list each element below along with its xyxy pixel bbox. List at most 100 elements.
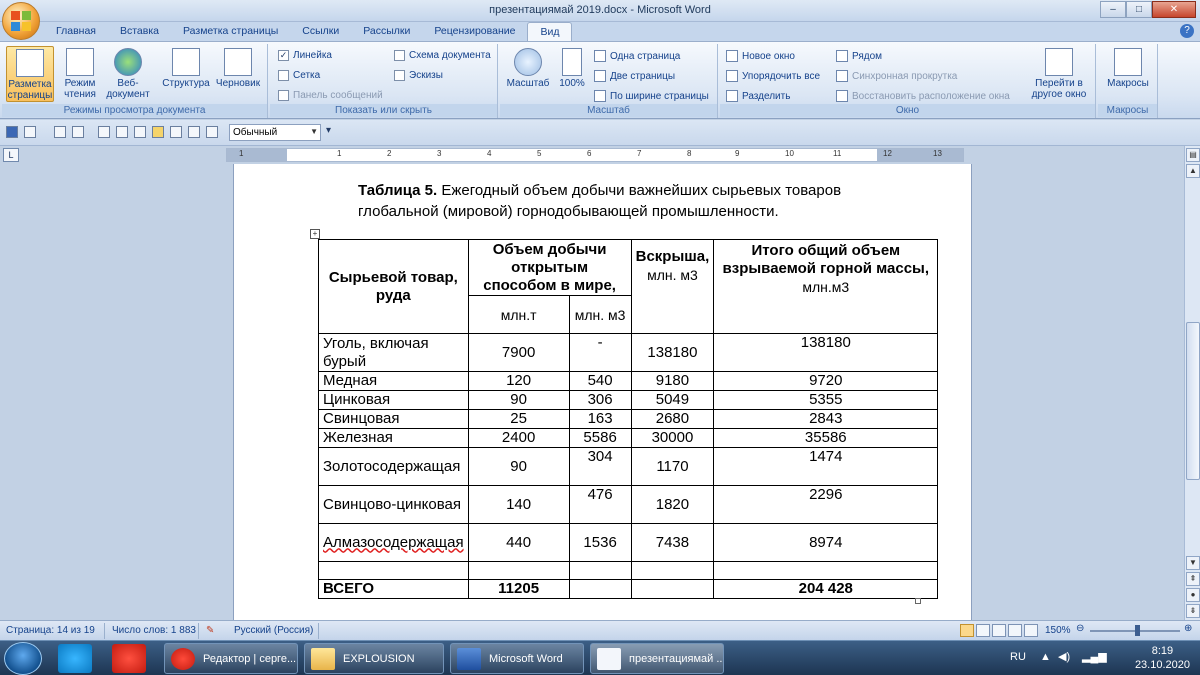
- reset-position-button[interactable]: Восстановить расположение окна: [836, 90, 1010, 102]
- zoom-out-icon[interactable]: ⊖: [1076, 623, 1084, 634]
- ruler-toggle-icon[interactable]: ▤: [1186, 148, 1200, 162]
- undo-icon[interactable]: [24, 126, 36, 138]
- vertical-scrollbar[interactable]: ▤ ▲ ▼ ⇞ ● ⇟: [1184, 146, 1200, 620]
- ruler-number: 13: [933, 149, 942, 158]
- taskbar-document[interactable]: презентациямай ...: [590, 643, 724, 674]
- print-layout-view-icon[interactable]: [960, 624, 974, 637]
- close-button[interactable]: ✕: [1152, 1, 1196, 18]
- previous-page-icon[interactable]: ⇞: [1186, 572, 1200, 586]
- document-icon: [597, 648, 621, 670]
- scroll-down-icon[interactable]: ▼: [1186, 556, 1200, 570]
- cell-total: 35586: [713, 428, 939, 448]
- customize-qat-icon[interactable]: ▾: [326, 125, 331, 136]
- reading-mode-button[interactable]: Режим чтения: [56, 46, 104, 102]
- macros-icon: [1114, 48, 1142, 76]
- thumbnails-checkbox[interactable]: Эскизы: [394, 70, 443, 81]
- header-stripping: Вскрыша, млн. м3: [630, 239, 715, 334]
- maximize-button[interactable]: □: [1126, 1, 1152, 18]
- print-layout-button[interactable]: Разметка страницы: [6, 46, 54, 102]
- taskbar-word[interactable]: Microsoft Word: [450, 643, 584, 674]
- two-pages-button[interactable]: Две страницы: [594, 70, 675, 82]
- email-icon[interactable]: [170, 126, 182, 138]
- zoom-in-icon[interactable]: ⊕: [1184, 623, 1192, 634]
- side-by-side-button[interactable]: Рядом: [836, 50, 882, 62]
- draft-button[interactable]: Черновик: [214, 46, 262, 102]
- save-icon[interactable]: [6, 126, 18, 138]
- sync-scroll-button[interactable]: Синхронная прокрутка: [836, 70, 957, 82]
- print-preview-icon[interactable]: [188, 126, 200, 138]
- new-window-button[interactable]: Новое окно: [726, 50, 795, 62]
- office-button[interactable]: [2, 2, 40, 40]
- language-indicator[interactable]: RU: [1010, 651, 1026, 663]
- zoom-level[interactable]: 150%: [1045, 625, 1071, 636]
- split-button[interactable]: Разделить: [726, 90, 790, 102]
- format-painter-icon[interactable]: [98, 126, 110, 138]
- zoom-button[interactable]: Масштаб: [504, 46, 552, 102]
- help-icon[interactable]: ?: [1180, 24, 1194, 38]
- document-area[interactable]: Таблица 5. Ежегодный объем добычи важней…: [0, 164, 1184, 620]
- outline-button[interactable]: Структура: [162, 46, 210, 102]
- group-label-show-hide: Показать или скрыть: [270, 104, 497, 117]
- web-layout-button[interactable]: Веб-документ: [100, 46, 156, 102]
- network-icon[interactable]: ▂▄▆: [1082, 650, 1107, 663]
- scroll-thumb[interactable]: [1186, 322, 1200, 480]
- table-row-empty: [318, 561, 939, 580]
- zoom-100-button[interactable]: 100%: [554, 46, 590, 102]
- tab-mailings[interactable]: Рассылки: [351, 22, 422, 42]
- switch-windows-button[interactable]: Перейти в другое окно: [1026, 46, 1092, 102]
- document-page[interactable]: Таблица 5. Ежегодный объем добычи важней…: [233, 164, 972, 620]
- zoom-slider-thumb[interactable]: [1135, 625, 1140, 636]
- page-count[interactable]: Страница: 14 из 19: [6, 625, 95, 636]
- ruler-number: 12: [883, 149, 892, 158]
- show-hidden-icons-icon[interactable]: ▲: [1040, 651, 1051, 663]
- new-document-icon[interactable]: [116, 126, 128, 138]
- tab-references[interactable]: Ссылки: [290, 22, 351, 42]
- language[interactable]: Русский (Россия): [234, 625, 313, 636]
- tab-insert[interactable]: Вставка: [108, 22, 171, 42]
- print-icon[interactable]: [72, 126, 84, 138]
- tab-selector[interactable]: L: [3, 148, 19, 162]
- doc-map-checkbox[interactable]: Схема документа: [394, 50, 491, 61]
- grid-checkbox[interactable]: Сетка: [278, 70, 320, 81]
- quick-access-toolbar: Обычный ▼ ▾: [0, 120, 1200, 146]
- reading-view-icon[interactable]: [976, 624, 990, 637]
- arrange-all-button[interactable]: Упорядочить все: [726, 70, 820, 82]
- tab-view[interactable]: Вид: [527, 22, 573, 42]
- horizontal-ruler[interactable]: 1 1 2 3 4 5 6 7 8 9 10 11 12 13: [226, 148, 964, 162]
- table-move-handle-icon[interactable]: +: [310, 229, 320, 239]
- table-resize-handle[interactable]: [915, 598, 921, 604]
- one-page-button[interactable]: Одна страница: [594, 50, 680, 62]
- clock[interactable]: 8:19 23.10.2020: [1135, 644, 1190, 672]
- quick-print-icon[interactable]: [206, 126, 218, 138]
- start-button[interactable]: [4, 642, 42, 675]
- volume-icon[interactable]: ◀): [1058, 650, 1070, 663]
- yandex-icon[interactable]: [112, 644, 146, 673]
- open-folder-icon[interactable]: [152, 126, 164, 138]
- redo-icon[interactable]: [54, 126, 66, 138]
- tab-home[interactable]: Главная: [44, 22, 108, 42]
- next-page-icon[interactable]: ⇟: [1186, 604, 1200, 618]
- arrange-all-label: Упорядочить все: [742, 70, 821, 82]
- spelling-check-icon[interactable]: ✎: [206, 625, 214, 636]
- tab-page-layout[interactable]: Разметка страницы: [171, 22, 290, 42]
- ruler-label: Линейка: [293, 50, 332, 61]
- select-browse-object-icon[interactable]: ●: [1186, 588, 1200, 602]
- tab-review[interactable]: Рецензирование: [422, 22, 527, 42]
- ruler-checkbox[interactable]: ✓ Линейка: [278, 50, 332, 61]
- scroll-up-icon[interactable]: ▲: [1186, 164, 1200, 178]
- draft-view-icon[interactable]: [1024, 624, 1038, 637]
- style-select[interactable]: Обычный ▼: [229, 124, 321, 141]
- edit-icon[interactable]: [134, 126, 146, 138]
- taskbar-explousion[interactable]: EXPLOUSION: [304, 643, 444, 674]
- reading-mode-icon: [66, 48, 94, 76]
- macros-button[interactable]: Макросы: [1102, 46, 1154, 102]
- taskbar-editor[interactable]: Редактор | серге...: [164, 643, 298, 674]
- page-width-button[interactable]: По ширине страницы: [594, 90, 709, 102]
- skype-icon[interactable]: [58, 644, 92, 673]
- outline-view-icon[interactable]: [1008, 624, 1022, 637]
- web-view-icon[interactable]: [992, 624, 1006, 637]
- group-window: Новое окно Упорядочить все Разделить Ряд…: [720, 44, 1096, 118]
- minimize-button[interactable]: –: [1100, 1, 1126, 18]
- message-bar-checkbox[interactable]: Панель сообщений: [278, 90, 383, 101]
- word-count[interactable]: Число слов: 1 883: [112, 625, 196, 636]
